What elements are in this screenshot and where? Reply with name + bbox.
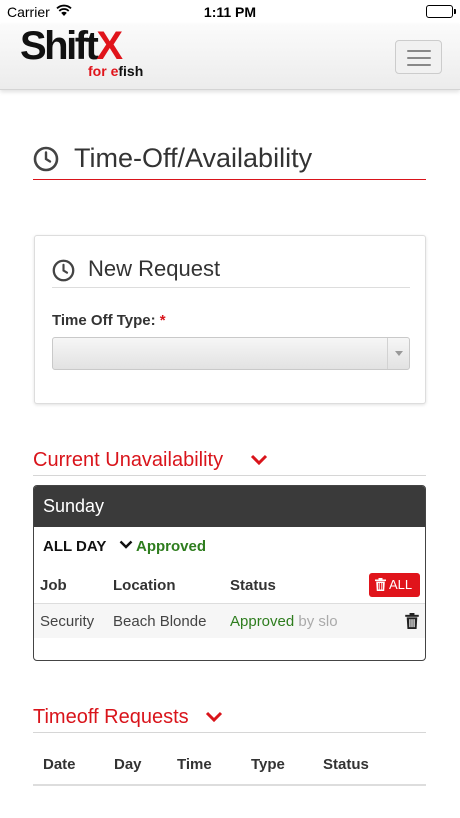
table-row: Security Beach Blonde Approved by slo bbox=[34, 604, 425, 638]
delete-all-button[interactable]: ALL bbox=[369, 573, 420, 597]
timeoff-requests-table-header: Date Day Time Type Status bbox=[33, 739, 426, 786]
clock-time: 1:11 PM bbox=[203, 4, 257, 20]
trash-icon bbox=[375, 578, 386, 591]
page-title: Time-Off/Availability bbox=[33, 142, 426, 180]
delete-all-label: ALL bbox=[389, 577, 413, 592]
day-header: Sunday bbox=[34, 486, 425, 527]
column-header-day: Day bbox=[114, 756, 142, 773]
dropdown-arrow-icon bbox=[395, 351, 403, 356]
logo-x: X bbox=[96, 24, 123, 68]
day-status: Approved bbox=[136, 538, 207, 555]
current-unavailability-title: Current Unavailability bbox=[33, 449, 224, 471]
clock-icon bbox=[52, 259, 75, 282]
time-off-type-select[interactable] bbox=[52, 337, 410, 370]
current-unavailability-header[interactable]: Current Unavailability bbox=[33, 446, 426, 476]
column-header-time: Time bbox=[177, 756, 212, 773]
shiftx-logo[interactable]: ShiftX for efish bbox=[20, 24, 143, 79]
app-header: ShiftX for efish bbox=[0, 24, 460, 90]
battery-icon bbox=[426, 5, 456, 18]
chevron-down-icon[interactable] bbox=[205, 711, 223, 723]
row-status: Approved by slo bbox=[230, 613, 338, 630]
column-header-location: Location bbox=[113, 577, 176, 594]
row-job: Security bbox=[40, 613, 95, 630]
trash-icon[interactable] bbox=[405, 613, 419, 629]
time-range: ALL DAY bbox=[43, 538, 107, 555]
hamburger-menu-button[interactable] bbox=[395, 40, 442, 74]
logo-text: Shift bbox=[20, 24, 99, 68]
status-bar: Carrier 1:11 PM bbox=[0, 0, 460, 24]
unavailability-day-card: Sunday ALL DAY Approved Job Location Sta… bbox=[33, 485, 426, 661]
row-status-by: by slo bbox=[298, 613, 338, 630]
page-title-text: Time-Off/Availability bbox=[74, 143, 313, 173]
new-request-panel: New Request Time Off Type: * bbox=[34, 235, 426, 404]
clock-icon bbox=[33, 146, 59, 172]
timeoff-requests-title: Timeoff Requests bbox=[33, 706, 189, 728]
chevron-down-icon[interactable] bbox=[119, 540, 133, 550]
chevron-down-icon[interactable] bbox=[250, 454, 268, 466]
day-name: Sunday bbox=[43, 496, 105, 516]
column-header-status: Status bbox=[230, 577, 276, 594]
timeoff-requests-header[interactable]: Timeoff Requests bbox=[33, 703, 426, 733]
logo-subtitle: for efish bbox=[88, 63, 144, 79]
column-header-status: Status bbox=[323, 756, 369, 773]
column-header-job: Job bbox=[40, 577, 67, 594]
column-header-type: Type bbox=[251, 756, 285, 773]
column-header-date: Date bbox=[43, 756, 76, 773]
time-off-type-label: Time Off Type: * bbox=[52, 312, 166, 329]
row-location: Beach Blonde bbox=[113, 613, 207, 630]
new-request-title: New Request bbox=[88, 256, 221, 281]
new-request-header: New Request bbox=[52, 255, 410, 288]
hamburger-menu-icon bbox=[407, 50, 431, 52]
required-marker: * bbox=[159, 312, 166, 329]
